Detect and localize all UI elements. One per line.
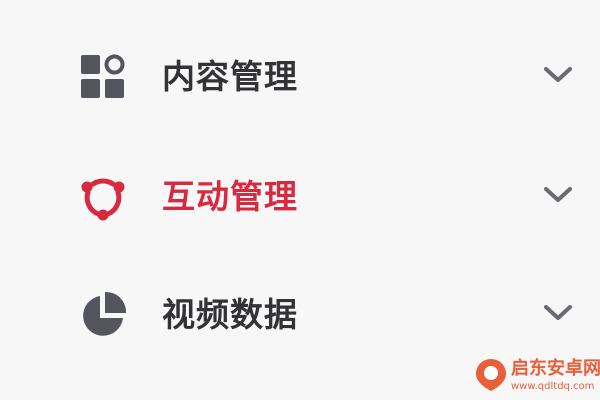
menu-item-label: 互动管理: [162, 177, 298, 216]
watermark-logo-icon: [473, 357, 509, 393]
menu-item-content-management[interactable]: 内容管理: [0, 20, 600, 130]
grid-icon: [78, 52, 128, 102]
chevron-down-icon[interactable]: [540, 301, 576, 325]
chevron-down-icon[interactable]: [540, 183, 576, 207]
watermark: 启东安卓网 www.qdltdq.com: [465, 355, 600, 400]
sidebar-menu: 内容管理 互动管理 视频数据 启东安卓网 www.qdltdq.com: [0, 0, 600, 400]
watermark-name: 启东安卓网: [511, 358, 600, 379]
menu-item-interaction-management[interactable]: 互动管理: [0, 140, 600, 250]
menu-item-video-data[interactable]: 视频数据: [0, 258, 600, 368]
share-icon: [78, 172, 128, 222]
pie-chart-icon: [78, 290, 128, 340]
menu-item-label: 内容管理: [162, 57, 298, 96]
menu-item-label: 视频数据: [162, 295, 298, 334]
chevron-down-icon[interactable]: [540, 63, 576, 87]
watermark-url: www.qdltdq.com: [511, 381, 595, 392]
